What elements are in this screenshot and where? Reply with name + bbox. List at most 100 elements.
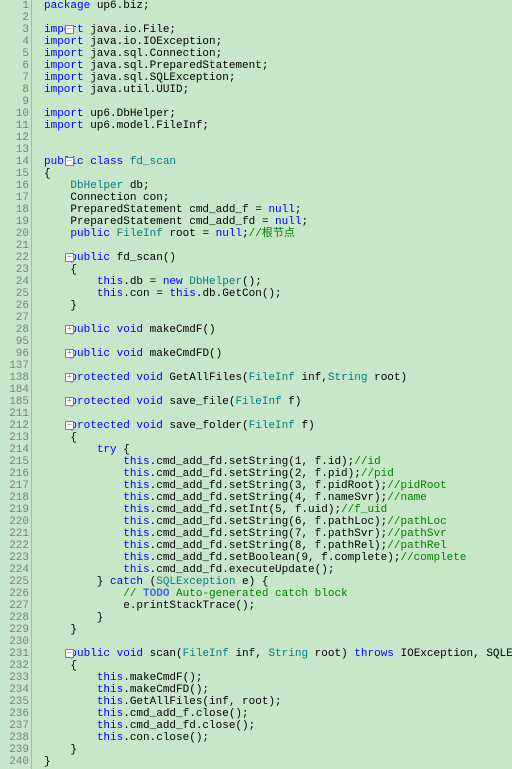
code-line[interactable]: } xyxy=(44,624,512,636)
code-line[interactable]: import up6.model.FileInf; xyxy=(44,120,512,132)
fold-expand-icon[interactable]: + xyxy=(65,349,74,358)
line-number: 184 xyxy=(0,384,29,396)
code-line[interactable]: this.cmd_add_fd.setInt(5, f.uid);//f_uid xyxy=(44,504,512,516)
code-line[interactable]: this.con = this.db.GetCon(); xyxy=(44,288,512,300)
code-line[interactable] xyxy=(44,408,512,420)
code-line[interactable]: e.printStackTrace(); xyxy=(44,600,512,612)
code-line[interactable] xyxy=(44,336,512,348)
line-number: 8 xyxy=(0,84,29,96)
code-line[interactable]: this.cmd_add_fd.setString(3, f.pidRoot);… xyxy=(44,480,512,492)
code-line[interactable]: import java.util.UUID; xyxy=(44,84,512,96)
code-line[interactable]: this.cmd_add_fd.close(); xyxy=(44,720,512,732)
code-line[interactable]: this.cmd_add_fd.setString(4, f.nameSvr);… xyxy=(44,492,512,504)
code-line[interactable]: import java.sql.PreparedStatement; xyxy=(44,60,512,72)
fold-expand-icon[interactable]: + xyxy=(65,397,74,406)
code-line[interactable] xyxy=(44,360,512,372)
code-line[interactable]: import up6.DbHelper; xyxy=(44,108,512,120)
line-number: 10 xyxy=(0,108,29,120)
line-number: 218 xyxy=(0,492,29,504)
line-number: 21 xyxy=(0,240,29,252)
code-line[interactable]: this.cmd_add_fd.setString(1, f.id);//id xyxy=(44,456,512,468)
code-line[interactable]: import java.io.IOException; xyxy=(44,36,512,48)
fold-collapse-icon[interactable]: − xyxy=(65,649,74,658)
code-line[interactable]: this.cmd_add_fd.setString(8, f.pathRel);… xyxy=(44,540,512,552)
line-number: 17 xyxy=(0,192,29,204)
code-line[interactable] xyxy=(44,144,512,156)
line-number: 236 xyxy=(0,708,29,720)
line-number: 18 xyxy=(0,204,29,216)
fold-collapse-icon[interactable]: − xyxy=(65,421,74,430)
code-line[interactable]: this.cmd_add_fd.setString(2, f.pid);//pi… xyxy=(44,468,512,480)
line-number: 16 xyxy=(0,180,29,192)
code-line[interactable]: } xyxy=(44,300,512,312)
code-line[interactable]: } xyxy=(44,756,512,768)
code-line[interactable]: // TODO Auto-generated catch block xyxy=(44,588,512,600)
code-line[interactable] xyxy=(44,312,512,324)
line-number: 23 xyxy=(0,264,29,276)
line-number: 227 xyxy=(0,600,29,612)
code-line[interactable]: import java.sql.SQLException; xyxy=(44,72,512,84)
code-line[interactable]: this.cmd_add_fd.setString(6, f.pathLoc);… xyxy=(44,516,512,528)
fold-expand-icon[interactable]: + xyxy=(65,325,74,334)
code-line[interactable]: this.cmd_add_fd.executeUpdate(); xyxy=(44,564,512,576)
code-line[interactable]: { xyxy=(44,660,512,672)
code-line[interactable]: try { xyxy=(44,444,512,456)
code-line[interactable]: this.makeCmdFD(); xyxy=(44,684,512,696)
code-line[interactable]: PreparedStatement cmd_add_f = null; xyxy=(44,204,512,216)
fold-collapse-icon[interactable]: − xyxy=(65,157,74,166)
code-line[interactable]: } xyxy=(44,612,512,624)
line-number: 96 xyxy=(0,348,29,360)
code-line[interactable]: public class fd_scan xyxy=(44,156,512,168)
line-number: 95 xyxy=(0,336,29,348)
code-line[interactable] xyxy=(44,240,512,252)
code-line[interactable]: this.GetAllFiles(inf, root); xyxy=(44,696,512,708)
code-line[interactable]: public void makeCmdFD() xyxy=(44,348,512,360)
code-line[interactable]: this.db = new DbHelper(); xyxy=(44,276,512,288)
code-line[interactable]: package up6.biz; xyxy=(44,0,512,12)
code-line[interactable]: } catch (SQLException e) { xyxy=(44,576,512,588)
code-line[interactable]: import java.sql.Connection; xyxy=(44,48,512,60)
fold-collapse-icon[interactable]: − xyxy=(65,25,74,34)
code-line[interactable]: import java.io.File; xyxy=(44,24,512,36)
code-line[interactable]: this.cmd_add_fd.setString(7, f.pathSvr);… xyxy=(44,528,512,540)
code-line[interactable] xyxy=(44,96,512,108)
code-line[interactable]: PreparedStatement cmd_add_fd = null; xyxy=(44,216,512,228)
line-number: 230 xyxy=(0,636,29,648)
code-line[interactable]: protected void save_file(FileInf f) xyxy=(44,396,512,408)
code-line[interactable]: public FileInf root = null;//根节点 xyxy=(44,228,512,240)
code-line[interactable] xyxy=(44,636,512,648)
code-line[interactable]: { xyxy=(44,168,512,180)
code-line[interactable]: { xyxy=(44,432,512,444)
code-area[interactable]: − − − + + + + − − package up6.biz; import java.io… xyxy=(32,0,512,769)
line-number: 221 xyxy=(0,528,29,540)
fold-collapse-icon[interactable]: − xyxy=(65,253,74,262)
line-number: 231 xyxy=(0,648,29,660)
fold-column: − − − + + + + − − xyxy=(65,0,75,769)
line-number: 233 xyxy=(0,672,29,684)
code-line[interactable]: public fd_scan() xyxy=(44,252,512,264)
line-number: 11 xyxy=(0,120,29,132)
code-line[interactable]: { xyxy=(44,264,512,276)
line-number: 6 xyxy=(0,60,29,72)
line-number: 12 xyxy=(0,132,29,144)
line-number: 2 xyxy=(0,12,29,24)
code-line[interactable]: DbHelper db; xyxy=(44,180,512,192)
fold-expand-icon[interactable]: + xyxy=(65,373,74,382)
code-line[interactable]: Connection con; xyxy=(44,192,512,204)
code-line[interactable]: } xyxy=(44,744,512,756)
code-line[interactable]: public void makeCmdF() xyxy=(44,324,512,336)
code-line[interactable]: this.makeCmdF(); xyxy=(44,672,512,684)
code-line[interactable]: protected void save_folder(FileInf f) xyxy=(44,420,512,432)
line-number: 223 xyxy=(0,552,29,564)
line-number: 28 xyxy=(0,324,29,336)
code-line[interactable] xyxy=(44,132,512,144)
code-line[interactable]: protected void GetAllFiles(FileInf inf,S… xyxy=(44,372,512,384)
code-line[interactable]: this.cmd_add_f.close(); xyxy=(44,708,512,720)
code-line[interactable] xyxy=(44,12,512,24)
code-line[interactable]: this.con.close(); xyxy=(44,732,512,744)
line-number: 239 xyxy=(0,744,29,756)
line-number: 185 xyxy=(0,396,29,408)
code-line[interactable] xyxy=(44,384,512,396)
code-line[interactable]: this.cmd_add_fd.setBoolean(9, f.complete… xyxy=(44,552,512,564)
code-line[interactable]: public void scan(FileInf inf, String roo… xyxy=(44,648,512,660)
